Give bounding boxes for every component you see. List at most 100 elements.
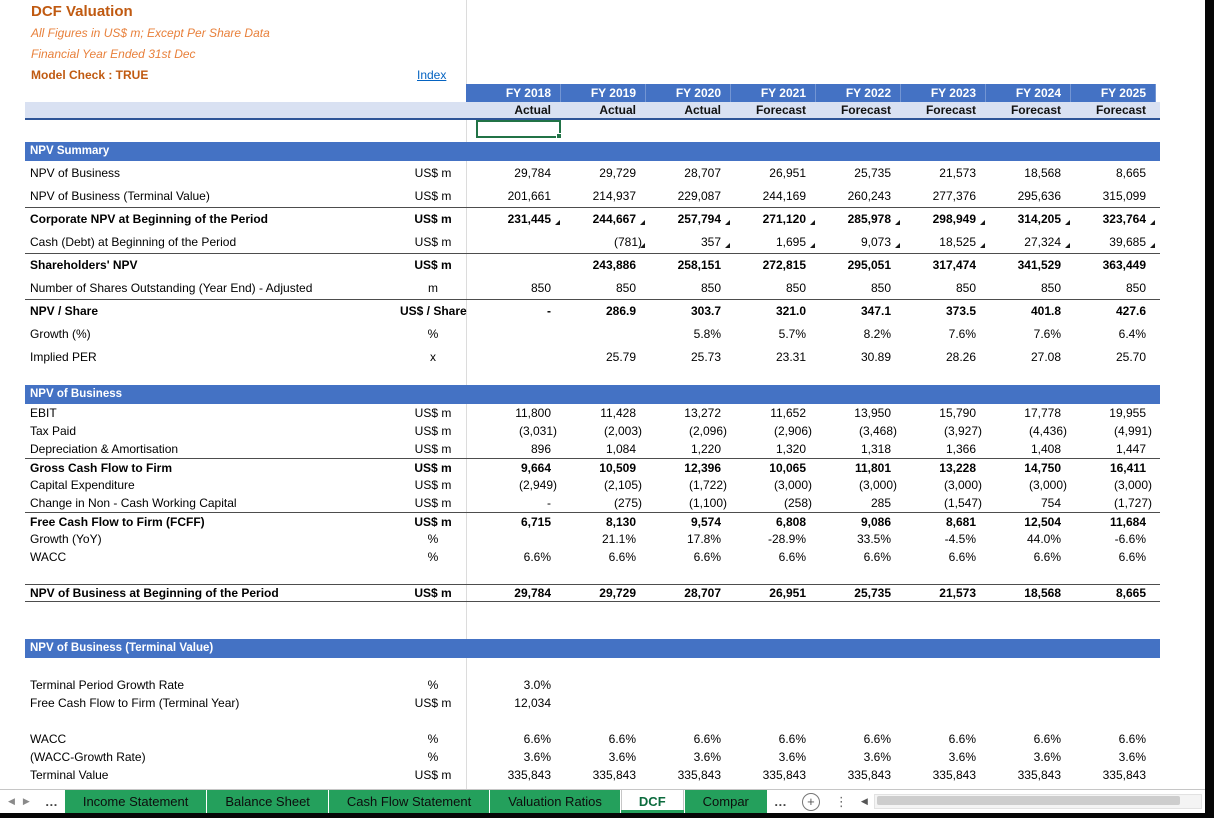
value-cell[interactable]: 271,120 (731, 212, 816, 226)
row-label[interactable]: Cash (Debt) at Beginning of the Period (25, 235, 400, 249)
value-cell[interactable]: 8,665 (1071, 166, 1156, 180)
section-header[interactable]: NPV of Business (25, 385, 1160, 404)
column-header-type[interactable]: Forecast (1071, 102, 1156, 118)
value-cell[interactable]: - (476, 304, 561, 318)
value-cell[interactable]: 258,151 (646, 258, 731, 272)
value-cell[interactable]: 11,652 (731, 406, 816, 420)
value-cell[interactable]: 6,715 (476, 515, 561, 529)
value-cell[interactable]: (2,003) (561, 424, 646, 438)
value-cell[interactable]: 6.6% (561, 732, 646, 746)
row-label[interactable]: Terminal Period Growth Rate (25, 678, 400, 692)
fill-handle[interactable] (556, 133, 562, 139)
value-cell[interactable]: 3.6% (561, 750, 646, 764)
value-cell[interactable]: 277,376 (901, 189, 986, 203)
value-cell[interactable]: 303.7 (646, 304, 731, 318)
value-cell[interactable]: 30.89 (816, 350, 901, 364)
value-cell[interactable]: 335,843 (986, 768, 1071, 782)
value-cell[interactable]: 285 (816, 496, 901, 510)
sheet-tab-balance-sheet[interactable]: Balance Sheet (207, 790, 328, 813)
value-cell[interactable]: 6.6% (476, 550, 561, 564)
row-label[interactable]: Tax Paid (25, 424, 400, 438)
row-label[interactable]: WACC (25, 550, 400, 564)
value-cell[interactable]: 243,886 (561, 258, 646, 272)
unit-cell[interactable]: US$ m (400, 424, 466, 438)
value-cell[interactable]: 257,794 (646, 212, 731, 226)
value-cell[interactable]: 231,445 (476, 212, 561, 226)
row-label[interactable]: Growth (YoY) (25, 532, 400, 546)
value-cell[interactable]: 15,790 (901, 406, 986, 420)
value-cell[interactable]: 6.6% (561, 550, 646, 564)
value-cell[interactable]: 286.9 (561, 304, 646, 318)
column-header-year[interactable]: FY 2019 (561, 84, 646, 102)
unit-cell[interactable]: US$ m (400, 461, 466, 475)
value-cell[interactable]: 28,707 (646, 166, 731, 180)
value-cell[interactable]: 896 (476, 442, 561, 456)
value-cell[interactable]: 29,729 (561, 586, 646, 600)
value-cell[interactable]: 13,228 (901, 461, 986, 475)
value-cell[interactable]: (3,000) (1071, 478, 1156, 492)
column-header-type[interactable]: Actual (561, 102, 646, 118)
value-cell[interactable]: 298,949 (901, 212, 986, 226)
unit-cell[interactable]: US$ m (400, 189, 466, 203)
row-label[interactable]: NPV of Business at Beginning of the Peri… (25, 586, 400, 600)
column-header-year[interactable]: FY 2022 (816, 84, 901, 102)
tab-overflow-right-button[interactable]: … (767, 790, 794, 813)
value-cell[interactable]: 11,684 (1071, 515, 1156, 529)
value-cell[interactable]: 27,324 (986, 235, 1071, 249)
value-cell[interactable]: 850 (476, 281, 561, 295)
sheet-tab-dcf[interactable]: DCF (620, 790, 684, 813)
value-cell[interactable]: 25,735 (816, 586, 901, 600)
unit-cell[interactable]: US$ m (400, 496, 466, 510)
value-cell[interactable]: 6.6% (646, 550, 731, 564)
row-label[interactable]: NPV of Business (Terminal Value) (25, 189, 400, 203)
value-cell[interactable]: 44.0% (986, 532, 1071, 546)
value-cell[interactable]: (275) (561, 496, 646, 510)
value-cell[interactable]: 754 (986, 496, 1071, 510)
value-cell[interactable]: 850 (561, 281, 646, 295)
value-cell[interactable]: 25.73 (646, 350, 731, 364)
value-cell[interactable]: 10,509 (561, 461, 646, 475)
tab-overflow-left-button[interactable]: … (38, 790, 65, 813)
scroll-left-arrow[interactable]: ◀ (855, 796, 874, 807)
unit-cell[interactable]: US$ m (400, 586, 466, 600)
value-cell[interactable]: 25.70 (1071, 350, 1156, 364)
column-header-year[interactable]: FY 2024 (986, 84, 1071, 102)
value-cell[interactable]: 11,800 (476, 406, 561, 420)
value-cell[interactable]: 272,815 (731, 258, 816, 272)
row-label[interactable]: Depreciation & Amortisation (25, 442, 400, 456)
value-cell[interactable]: (2,096) (646, 424, 731, 438)
value-cell[interactable]: 850 (816, 281, 901, 295)
value-cell[interactable]: 244,169 (731, 189, 816, 203)
value-cell[interactable]: (3,000) (816, 478, 901, 492)
row-label[interactable]: Terminal Value (25, 768, 400, 782)
scrollbar-thumb[interactable] (876, 796, 1181, 805)
column-header-year[interactable]: FY 2021 (731, 84, 816, 102)
unit-cell[interactable]: x (400, 350, 466, 364)
value-cell[interactable]: 1,318 (816, 442, 901, 456)
unit-cell[interactable]: % (400, 550, 466, 564)
value-cell[interactable]: 335,843 (646, 768, 731, 782)
unit-cell[interactable]: % (400, 327, 466, 341)
unit-cell[interactable]: US$ / Share (400, 304, 467, 318)
value-cell[interactable]: (2,949) (476, 478, 561, 492)
value-cell[interactable]: 6.6% (986, 550, 1071, 564)
value-cell[interactable]: 33.5% (816, 532, 901, 546)
value-cell[interactable]: 244,667 (561, 212, 646, 226)
value-cell[interactable]: 21.1% (561, 532, 646, 546)
value-cell[interactable]: 9,086 (816, 515, 901, 529)
value-cell[interactable]: 12,396 (646, 461, 731, 475)
value-cell[interactable]: 7.6% (986, 327, 1071, 341)
value-cell[interactable]: 3.6% (901, 750, 986, 764)
value-cell[interactable]: 28,707 (646, 586, 731, 600)
value-cell[interactable]: 9,574 (646, 515, 731, 529)
unit-cell[interactable]: % (400, 678, 466, 692)
unit-cell[interactable]: US$ m (400, 235, 466, 249)
value-cell[interactable]: 214,937 (561, 189, 646, 203)
value-cell[interactable]: 3.6% (476, 750, 561, 764)
value-cell[interactable]: 17.8% (646, 532, 731, 546)
value-cell[interactable]: 315,099 (1071, 189, 1156, 203)
value-cell[interactable]: 1,408 (986, 442, 1071, 456)
selected-cell[interactable] (476, 120, 562, 139)
value-cell[interactable]: (3,000) (901, 478, 986, 492)
value-cell[interactable]: 18,525 (901, 235, 986, 249)
